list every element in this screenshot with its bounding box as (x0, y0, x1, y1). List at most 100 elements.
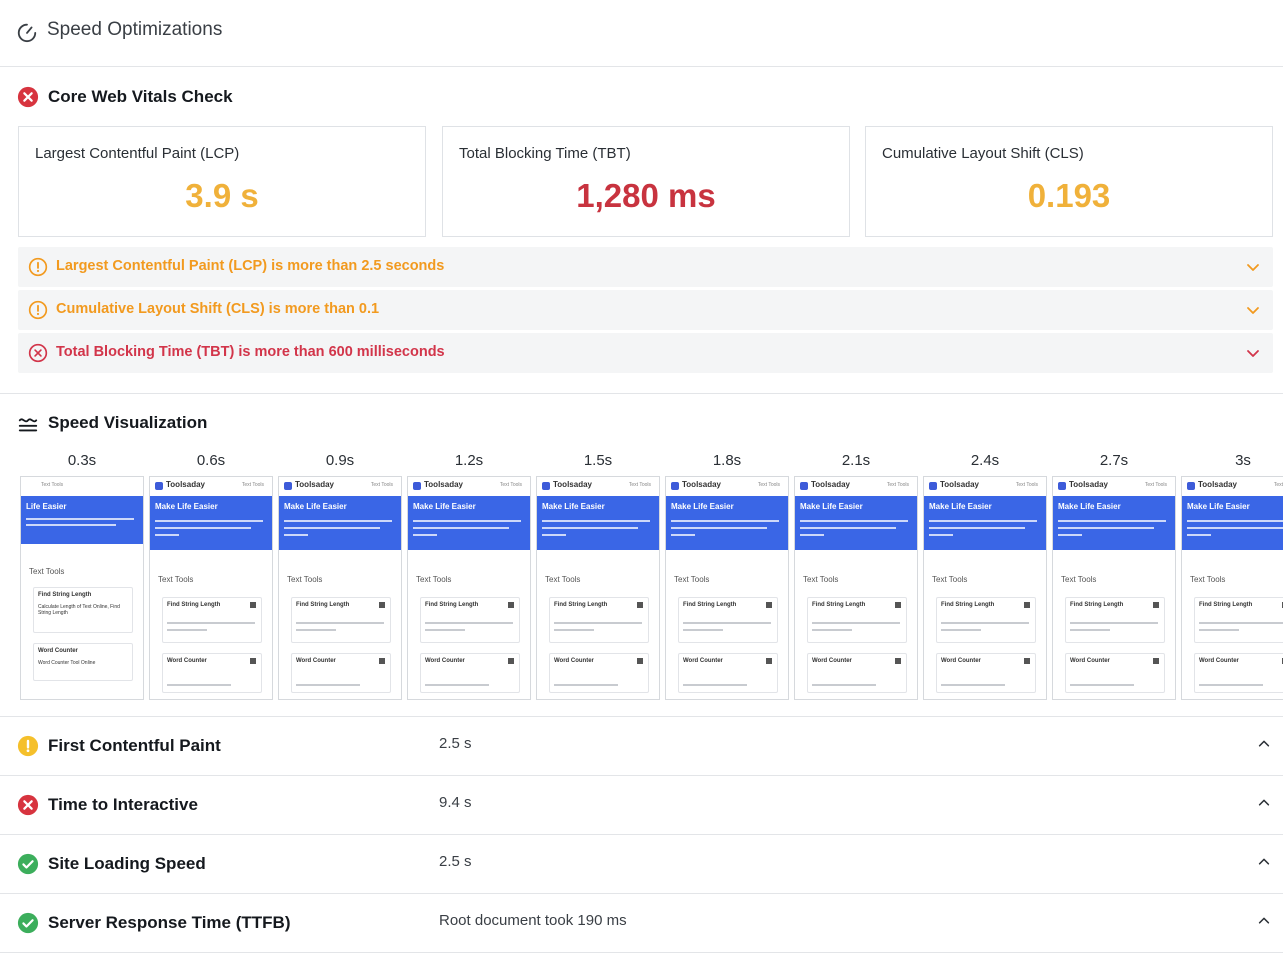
chevron-down-icon[interactable] (1245, 345, 1261, 361)
shot-topbar: Toolsaday Text Tools (1053, 477, 1175, 496)
shot-hero-title: Make Life Easier (155, 502, 218, 511)
letter-icon (766, 658, 772, 664)
shot-logo-icon (671, 482, 679, 490)
audit-label: Server Response Time (TTFB) (48, 913, 291, 932)
filmstrip-frame[interactable]: 0.9s Toolsaday Text Tools Make Life Easie… (278, 452, 402, 702)
shot-card-title: Word Counter (554, 658, 594, 664)
list-icon (637, 602, 643, 608)
shot-card-title: Find String Length (1070, 602, 1124, 608)
shot-card: Find String Length (162, 597, 262, 643)
audit-value: 2.5 s (439, 735, 472, 752)
chevron-up-icon[interactable] (1257, 796, 1271, 810)
shot-card-title: Find String Length (812, 602, 866, 608)
shot-card-line (683, 684, 747, 686)
chevron-down-icon[interactable] (1245, 259, 1261, 275)
shot-card-line (1070, 622, 1158, 624)
audit-row-ttfb[interactable]: Server Response Time (TTFB) Root documen… (0, 894, 1283, 953)
audit-value: Root document took 190 ms (439, 912, 627, 929)
shot-card-title: Word Counter (1070, 658, 1110, 664)
shot-card-title: Find String Length (1199, 602, 1253, 608)
filmstrip-frame[interactable]: 2.1s Toolsaday Text Tools Make Life Easie… (794, 452, 918, 702)
filmstrip-frame[interactable]: 3s Toolsaday Text Tools Make Life Easier … (1181, 452, 1283, 702)
shot-logo-icon (413, 482, 421, 490)
shot-card-line (167, 684, 231, 686)
shot-nav: Text Tools (1015, 482, 1038, 488)
filmstrip-frame[interactable]: 0.3s Text Tools Life Easier Text Tools F… (20, 452, 144, 702)
frame-screenshot: Toolsaday Text Tools Make Life Easier Tex… (536, 476, 660, 700)
filmstrip-frame[interactable]: 1.5s Toolsaday Text Tools Make Life Easie… (536, 452, 660, 702)
check-circle-icon (17, 853, 39, 875)
shot-hero-line (1058, 520, 1166, 522)
audit-row-site-loading-speed[interactable]: Site Loading Speed 2.5 s (0, 835, 1283, 894)
shot-hero-line (800, 534, 824, 536)
warning-row-lcp[interactable]: Largest Contentful Paint (LCP) is more t… (18, 247, 1273, 287)
shot-brand: Toolsaday (166, 480, 205, 489)
shot-card-line (425, 684, 489, 686)
warning-row-tbt[interactable]: Total Blocking Time (TBT) is more than 6… (18, 333, 1273, 373)
x-circle-icon (17, 794, 39, 816)
shot-section-label: Text Tools (287, 575, 323, 584)
shot-hero: Make Life Easier (537, 496, 659, 550)
shot-card: Word Counter (549, 653, 649, 693)
shot-hero-line (26, 524, 116, 526)
chevron-up-icon[interactable] (1257, 737, 1271, 751)
shot-hero-title: Make Life Easier (929, 502, 992, 511)
metric-card-lcp: Largest Contentful Paint (LCP) 3.9 s (18, 126, 426, 237)
shot-section-label: Text Tools (674, 575, 710, 584)
shot-card: Find String Length (291, 597, 391, 643)
shot-hero-title: Make Life Easier (413, 502, 476, 511)
chevron-down-icon[interactable] (1245, 302, 1261, 318)
shot-nav: Text Tools (1273, 482, 1283, 488)
speed-visualization-title: Speed Visualization (48, 413, 208, 432)
shot-brand: Toolsaday (553, 480, 592, 489)
audit-row-fcp[interactable]: First Contentful Paint 2.5 s (0, 717, 1283, 776)
filmstrip-frame[interactable]: 0.6s Toolsaday Text Tools Make Life Easie… (149, 452, 273, 702)
shot-hero-line (1187, 527, 1283, 529)
filmstrip-frame[interactable]: 1.2s Toolsaday Text Tools Make Life Easie… (407, 452, 531, 702)
filmstrip-frame[interactable]: 1.8s Toolsaday Text Tools Make Life Easie… (665, 452, 789, 702)
filmstrip-frame[interactable]: 2.7s Toolsaday Text Tools Make Life Easie… (1052, 452, 1176, 702)
metric-card-cls: Cumulative Layout Shift (CLS) 0.193 (865, 126, 1273, 237)
shot-card-title: Find String Length (941, 602, 995, 608)
filmstrip-frame[interactable]: 2.4s Toolsaday Text Tools Make Life Easie… (923, 452, 1047, 702)
shot-hero-line (1187, 534, 1211, 536)
frame-time: 2.7s (1099, 452, 1129, 469)
shot-hero-line (929, 520, 1037, 522)
shot-hero-line (1187, 520, 1283, 522)
metric-value: 1,280 ms (576, 177, 716, 214)
warning-row-cls[interactable]: Cumulative Layout Shift (CLS) is more th… (18, 290, 1273, 330)
shot-nav: Text Tools (499, 482, 522, 488)
frame-time: 2.4s (970, 452, 1000, 469)
shot-card-title: Word Counter (683, 658, 723, 664)
shot-nav: Text Tools (886, 482, 909, 488)
shot-card-title: Find String Length (554, 602, 608, 608)
chevron-up-icon[interactable] (1257, 914, 1271, 928)
shot-hero-line (284, 520, 392, 522)
shot-card-line (1199, 622, 1283, 624)
metric-label: Total Blocking Time (TBT) (459, 145, 631, 162)
metric-value: 0.193 (1027, 177, 1111, 214)
frame-screenshot: Toolsaday Text Tools Make Life Easier Tex… (407, 476, 531, 700)
shot-hero-line (413, 520, 521, 522)
shot-card-title: Word Counter (38, 648, 78, 654)
shot-hero-line (542, 520, 650, 522)
warning-text: Largest Contentful Paint (LCP) is more t… (56, 258, 445, 274)
chevron-up-icon[interactable] (1257, 855, 1271, 869)
shot-card-line (812, 684, 876, 686)
shot-hero-title: Make Life Easier (1187, 502, 1250, 511)
audit-row-tti[interactable]: Time to Interactive 9.4 s (0, 776, 1283, 835)
frame-screenshot: Toolsaday Text Tools Make Life Easier Tex… (665, 476, 789, 700)
frame-screenshot: Toolsaday Text Tools Make Life Easier Tex… (1181, 476, 1283, 700)
shot-brand: Toolsaday (424, 480, 463, 489)
frame-time: 1.8s (712, 452, 742, 469)
shot-card-title: Word Counter (941, 658, 981, 664)
shot-card: Find String Length (549, 597, 649, 643)
shot-section-label: Text Tools (1061, 575, 1097, 584)
shot-card: Word Counter (807, 653, 907, 693)
shot-card-line (296, 622, 384, 624)
metric-card-tbt: Total Blocking Time (TBT) 1,280 ms (442, 126, 850, 237)
shot-logo-icon (155, 482, 163, 490)
page-title: Speed Optimizations (47, 19, 223, 40)
frame-time: 1.5s (583, 452, 613, 469)
shot-card-title: Word Counter (296, 658, 336, 664)
